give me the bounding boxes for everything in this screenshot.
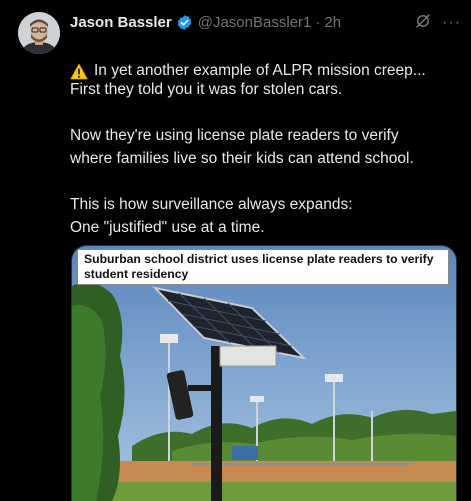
warning-icon (70, 63, 88, 80)
author-name[interactable]: Jason Bassler (70, 14, 172, 31)
dot-separator: · (315, 13, 321, 31)
more-options-icon[interactable]: ··· (442, 15, 461, 31)
tweet-paragraph: Now they're using license plate readers … (70, 127, 414, 167)
tweet-body: First they told you it was for stolen ca… (70, 78, 465, 262)
avatar[interactable] (18, 12, 60, 54)
tweet-paragraph: First they told you it was for stolen ca… (70, 81, 343, 98)
timestamp[interactable]: 2h (324, 14, 341, 31)
header-actions: ··· (414, 12, 461, 34)
verified-badge-icon[interactable] (176, 14, 193, 31)
tweet-media-image[interactable]: Suburban school district uses license pl… (71, 245, 457, 501)
tweet-paragraph: This is how surveillance always expands:… (70, 196, 353, 236)
tweet-header: Jason Bassler @JasonBassler1 · 2h ··· (70, 12, 461, 32)
author-handle[interactable]: @JasonBassler1 (198, 14, 312, 31)
news-headline: Suburban school district uses license pl… (77, 249, 449, 285)
grok-icon[interactable] (414, 12, 432, 34)
avatar-photo (18, 12, 60, 54)
